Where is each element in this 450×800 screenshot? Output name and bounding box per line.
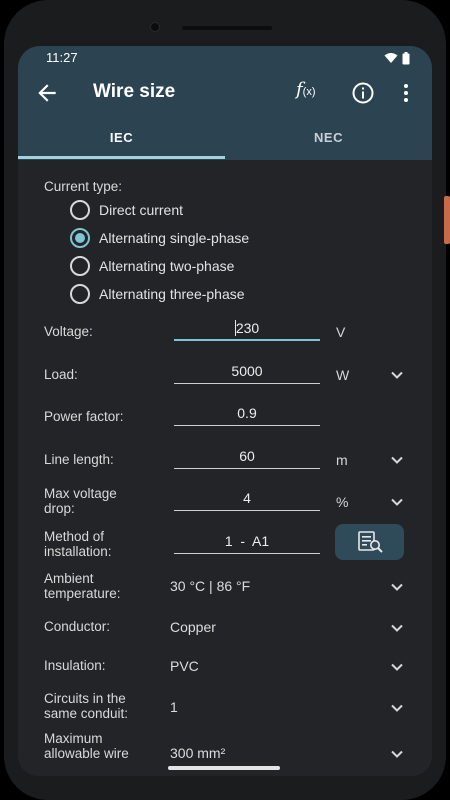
method-label-line1: Method of [44,529,105,544]
standard-tabs: IEC NEC [18,118,432,160]
wifi-icon [384,53,398,63]
max-wire-label: Maximum allowable wire [44,731,129,761]
back-arrow-icon[interactable] [34,80,60,106]
power-button [444,196,450,244]
max-voltage-drop-label-line2: drop: [44,501,75,516]
app-screen: 11:27 Wire size f(x) IEC NEC Current typ… [18,46,432,776]
status-icons [384,51,410,65]
ambient-label-line1: Ambient [44,571,94,586]
power-factor-value: 0.9 [237,405,257,421]
insulation-label: Insulation: [44,658,106,673]
tab-nec[interactable]: NEC [225,118,432,160]
conductor-select[interactable]: Copper [170,619,216,635]
form-content: Current type: Direct current Alternating… [18,160,432,776]
circuits-select[interactable]: 1 [170,699,178,715]
ambient-select[interactable]: 30 °C | 86 °F [170,578,250,594]
max-wire-select[interactable]: 300 mm² [170,745,225,761]
max-voltage-drop-unit[interactable]: % [336,494,348,510]
load-label: Load: [44,367,78,382]
info-icon[interactable] [351,81,375,105]
insulation-select[interactable]: PVC [170,658,199,674]
max-voltage-drop-unit-chevron-down-icon[interactable] [391,498,403,506]
radio-label-alternating-two-phase[interactable]: Alternating two-phase [99,258,234,274]
ambient-label: Ambient temperature: [44,571,121,601]
page-title: Wire size [93,81,176,102]
voltage-label: Voltage: [44,324,93,339]
method-label-line2: installation: [44,544,112,559]
line-length-unit[interactable]: m [336,452,348,468]
power-factor-input[interactable]: 0.9 [174,402,320,426]
radio-label-alternating-three-phase[interactable]: Alternating three-phase [99,286,245,302]
battery-icon [402,51,410,64]
radio-label-alternating-single-phase[interactable]: Alternating single-phase [99,230,249,246]
earpiece-speaker [182,26,272,30]
method-input[interactable]: 1 - A1 [174,530,320,554]
formula-icon[interactable]: f(x) [296,79,324,105]
tab-indicator [18,156,225,159]
status-time: 11:27 [46,50,78,65]
max-wire-label-line1: Maximum [44,731,103,746]
radio-alternating-three-phase[interactable] [70,284,90,304]
voltage-value: 230 [235,320,260,336]
current-type-label: Current type: [44,179,123,194]
app-bar: Wire size f(x) [18,68,432,118]
max-voltage-drop-value: 4 [243,490,251,506]
front-camera [150,22,160,32]
radio-label-direct-current[interactable]: Direct current [99,202,183,218]
line-length-input[interactable]: 60 [174,445,320,469]
circuits-label: Circuits in the same conduit: [44,691,128,721]
line-length-unit-chevron-down-icon[interactable] [391,456,403,464]
voltage-unit: V [336,324,346,340]
ambient-label-line2: temperature: [44,586,121,601]
ambient-chevron-down-icon[interactable] [391,583,403,591]
load-unit-chevron-down-icon[interactable] [391,371,403,379]
line-length-label: Line length: [44,452,114,467]
tab-iec[interactable]: IEC [18,118,225,160]
method-search-button[interactable] [335,524,404,560]
load-value: 5000 [231,363,263,379]
circuits-label-line2: same conduit: [44,706,129,721]
voltage-input[interactable]: 230 [174,317,320,341]
radio-alternating-two-phase[interactable] [70,256,90,276]
load-unit[interactable]: W [336,367,349,383]
insulation-chevron-down-icon[interactable] [391,663,403,671]
max-wire-label-line2: allowable wire [44,746,129,761]
max-voltage-drop-input[interactable]: 4 [174,487,320,511]
load-input[interactable]: 5000 [174,360,320,384]
circuits-label-line1: Circuits in the [44,691,126,706]
max-voltage-drop-label-line1: Max voltage [44,486,117,501]
radio-alternating-single-phase[interactable] [70,228,90,248]
max-voltage-drop-label: Max voltage drop: [44,486,117,516]
max-wire-chevron-down-icon[interactable] [391,750,403,758]
document-search-icon [358,531,383,553]
radio-direct-current[interactable] [70,200,90,220]
method-label: Method of installation: [44,529,112,559]
more-vert-icon[interactable] [400,81,412,105]
status-bar: 11:27 [18,46,432,68]
conductor-label: Conductor: [44,619,111,634]
circuits-chevron-down-icon[interactable] [391,704,403,712]
home-indicator[interactable] [168,766,280,770]
line-length-value: 60 [239,448,255,464]
power-factor-label: Power factor: [44,409,124,424]
conductor-chevron-down-icon[interactable] [391,624,403,632]
method-value: 1 - A1 [224,533,270,549]
